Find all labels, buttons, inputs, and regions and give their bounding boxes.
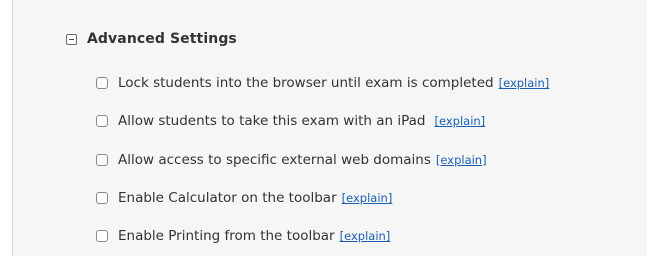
ipad-checkbox[interactable]: [96, 115, 108, 128]
explain-link[interactable]: [explain]: [342, 191, 393, 205]
option-label: Allow students to take this exam with an…: [118, 113, 426, 130]
option-label: Enable Calculator on the toolbar: [118, 190, 337, 207]
option-lock-browser: Lock students into the browser until exa…: [96, 64, 549, 102]
advanced-settings-options: Lock students into the browser until exa…: [96, 64, 549, 255]
option-external-domains: Allow access to specific external web do…: [96, 141, 549, 179]
advanced-settings-toggle[interactable]: Advanced Settings: [66, 28, 237, 50]
explain-link[interactable]: [explain]: [436, 153, 487, 167]
explain-link[interactable]: [explain]: [499, 76, 550, 90]
printing-checkbox[interactable]: [96, 230, 108, 243]
explain-link[interactable]: [explain]: [340, 229, 391, 243]
option-printing: Enable Printing from the toolbar [explai…: [96, 217, 549, 255]
section-title: Advanced Settings: [87, 31, 237, 47]
option-label: Lock students into the browser until exa…: [118, 75, 494, 92]
page: Advanced Settings Lock students into the…: [0, 0, 647, 256]
collapse-icon[interactable]: [66, 33, 77, 45]
option-ipad: Allow students to take this exam with an…: [96, 102, 549, 140]
calculator-checkbox[interactable]: [96, 192, 108, 205]
explain-link[interactable]: [explain]: [434, 114, 485, 128]
option-label: Enable Printing from the toolbar: [118, 228, 335, 245]
option-calculator: Enable Calculator on the toolbar [explai…: [96, 179, 549, 217]
external-domains-checkbox[interactable]: [96, 153, 108, 166]
lock-browser-checkbox[interactable]: [96, 77, 108, 90]
option-label: Allow access to specific external web do…: [118, 151, 431, 168]
